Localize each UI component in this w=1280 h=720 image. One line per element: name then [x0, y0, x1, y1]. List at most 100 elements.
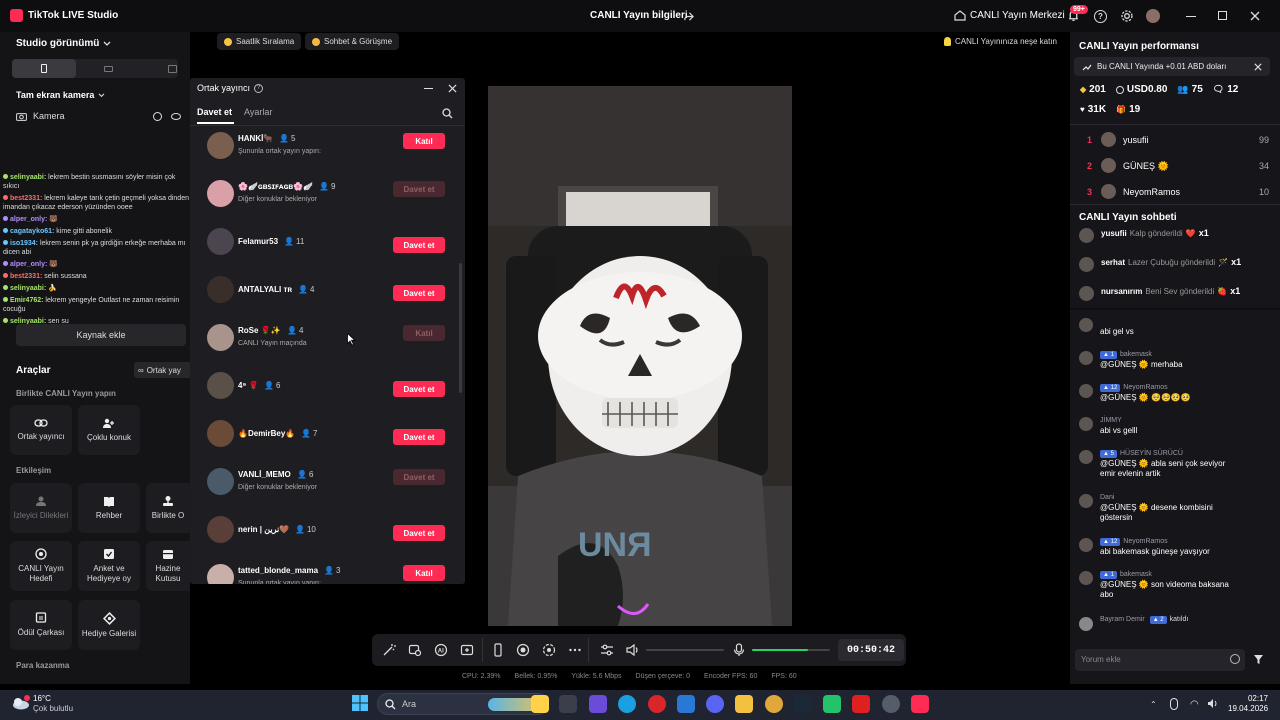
- live-center-button[interactable]: CANLI Yayın Merkezi: [954, 9, 1065, 21]
- eye-icon[interactable]: [171, 113, 181, 120]
- invite-button[interactable]: Davet et: [393, 429, 445, 445]
- mic-volume-slider[interactable]: [752, 649, 830, 651]
- tile-gift-gallery[interactable]: Hediye Galerisi: [78, 600, 140, 650]
- windows-start-icon[interactable]: [352, 695, 368, 711]
- panel-close-icon[interactable]: [447, 83, 458, 94]
- ai-icon[interactable]: AI: [434, 643, 448, 657]
- cohost-row[interactable]: HANKİ🐂 👤 5 Şununla ortak yayın yapın: Katıl: [190, 128, 455, 172]
- comment-input[interactable]: Yorum ekle: [1075, 649, 1245, 671]
- steam-icon[interactable]: [794, 695, 812, 713]
- ranking-row[interactable]: 1 yusufii 99: [1070, 128, 1280, 152]
- phone-icon[interactable]: [492, 643, 504, 657]
- hourly-ranking-chip[interactable]: Saatlik Sıralama: [217, 33, 302, 50]
- panel-minimize-icon[interactable]: [424, 88, 433, 89]
- clock[interactable]: 02:17 19.04.2026: [1228, 694, 1268, 714]
- tab-invite[interactable]: Davet et: [197, 107, 232, 117]
- help-icon[interactable]: ?: [1094, 10, 1107, 23]
- cohost-row[interactable]: 4⁹ 🌹 👤 6 Davet et: [190, 368, 455, 412]
- ranking-row[interactable]: 2 GÜNEŞ 🌞 34: [1070, 154, 1280, 178]
- studio-view-dropdown[interactable]: Studio görünümü: [16, 38, 111, 49]
- chrome-icon[interactable]: [531, 695, 549, 713]
- youtube-icon[interactable]: [852, 695, 870, 713]
- invite-button[interactable]: Davet et: [393, 381, 445, 397]
- microphone-icon[interactable]: [733, 643, 745, 657]
- tile-multi-guest[interactable]: Çoklu konuk: [78, 405, 140, 455]
- screenshot-icon[interactable]: [542, 643, 556, 657]
- edge-icon[interactable]: [618, 695, 636, 713]
- tile-poll[interactable]: Anket ve Hediyeye oy: [78, 541, 140, 591]
- opera-icon[interactable]: [648, 695, 666, 713]
- join-button[interactable]: Katıl: [403, 565, 445, 581]
- invite-button[interactable]: Davet et: [393, 525, 445, 541]
- tile-treasure[interactable]: Hazine Kutusu: [146, 541, 190, 591]
- cohost-row[interactable]: tatted_blonde_mama 👤 3 Şununla ortak yayın …: [190, 560, 455, 584]
- source-settings-icon[interactable]: [153, 112, 162, 121]
- app-icon[interactable]: [823, 695, 841, 713]
- cohost-row[interactable]: ANTALYALI ᴛʀ 👤 4 Davet et: [190, 272, 455, 316]
- record-icon[interactable]: [516, 643, 530, 657]
- mixer-icon[interactable]: [600, 643, 614, 657]
- banner-close-icon[interactable]: [1253, 62, 1262, 71]
- weather-widget[interactable]: 16°C Çok bulutlu: [33, 694, 73, 714]
- tile-guide[interactable]: Rehber: [78, 483, 140, 533]
- tile-cohost[interactable]: Ortak yayıncı: [10, 405, 72, 455]
- emoji-icon[interactable]: [1230, 654, 1240, 664]
- tile-together[interactable]: Birlikte O: [146, 483, 190, 533]
- more-icon[interactable]: [568, 643, 582, 657]
- ranking-row[interactable]: 3 NeyomRamos 10: [1070, 180, 1280, 204]
- portrait-layout-button[interactable]: [12, 59, 76, 78]
- maximize-icon[interactable]: [1218, 11, 1227, 20]
- task-view-icon[interactable]: [559, 695, 577, 713]
- wifi-icon[interactable]: ◠: [1190, 699, 1199, 710]
- cohost-row[interactable]: VANLİ_MEMO 👤 6 Diğer konuklar bekleniyor Dav…: [190, 464, 455, 508]
- join-button[interactable]: Katıl: [403, 325, 445, 341]
- close-icon[interactable]: [1249, 10, 1260, 21]
- info-icon[interactable]: ?: [254, 83, 264, 93]
- fun-tip-chip[interactable]: CANLI Yayınınıza neşe katın: [937, 33, 1064, 50]
- tiktok-taskbar-icon[interactable]: [911, 695, 929, 713]
- tile-viewer-wishes[interactable]: İzleyici Dilekleri: [10, 483, 72, 533]
- obs-icon[interactable]: [882, 695, 900, 713]
- chat-meet-chip[interactable]: Sohbet & Görüşme: [305, 33, 400, 50]
- invite-button[interactable]: Davet et: [393, 469, 445, 485]
- tab-settings[interactable]: Ayarlar: [244, 107, 272, 117]
- live-info-title[interactable]: CANLI Yayın bilgileri: [590, 10, 688, 21]
- volume-icon[interactable]: [1207, 698, 1219, 709]
- join-button[interactable]: Katıl: [403, 133, 445, 149]
- effects-icon[interactable]: [408, 643, 422, 657]
- cohost-row[interactable]: RoSe 🌹✨ 👤 4 CANLI Yayın maçında Katıl: [190, 320, 455, 364]
- teams-icon[interactable]: [589, 695, 607, 713]
- discord-icon[interactable]: [706, 695, 724, 713]
- speaker-volume-slider[interactable]: [646, 649, 724, 651]
- invite-button[interactable]: Davet et: [393, 237, 445, 253]
- chrome-profile-icon[interactable]: [765, 695, 783, 713]
- share-icon[interactable]: [682, 10, 694, 22]
- cohost-row[interactable]: Felamur53 👤 11 Davet et: [190, 224, 455, 268]
- weather-icon[interactable]: [11, 695, 30, 710]
- tile-live-goal[interactable]: CANLI Yayın Hedefi: [10, 541, 72, 591]
- folder-icon[interactable]: [735, 695, 753, 713]
- tray-mic-icon[interactable]: [1170, 698, 1178, 710]
- mail-icon[interactable]: [677, 695, 695, 713]
- landscape-layout-button[interactable]: [76, 59, 140, 78]
- tile-prize-wheel[interactable]: Ödül Çarkası: [10, 600, 72, 650]
- invite-button[interactable]: Davet et: [393, 181, 445, 197]
- cohost-row[interactable]: 🔥DemirBey🔥 👤 7 Davet et: [190, 416, 455, 460]
- speaker-icon[interactable]: [625, 643, 639, 657]
- taskbar-search[interactable]: Ara: [377, 693, 549, 715]
- tray-chevron-icon[interactable]: ⌃: [1150, 700, 1157, 709]
- user-avatar[interactable]: [1146, 9, 1160, 23]
- filter-icon[interactable]: [1253, 654, 1264, 665]
- camera-source[interactable]: Kamera: [16, 111, 65, 121]
- invite-button[interactable]: Davet et: [393, 285, 445, 301]
- minimize-icon[interactable]: [1186, 16, 1196, 17]
- magic-wand-icon[interactable]: [382, 643, 396, 657]
- search-icon[interactable]: [441, 107, 453, 119]
- cohost-row[interactable]: nerin | نرين🤎 👤 10 Davet et: [190, 512, 455, 556]
- scene-dropdown[interactable]: Tam ekran kamera: [16, 90, 105, 100]
- scene-icon[interactable]: [460, 643, 474, 657]
- gear-icon[interactable]: [1120, 9, 1134, 23]
- add-source-button[interactable]: Kaynak ekle: [16, 324, 186, 346]
- cohost-row[interactable]: 🌸🪽ɢʙꜱɪꜰᴀɢʙ🌸🪽 👤 9 Diğer konuklar bekleniyor D…: [190, 176, 455, 220]
- cohost-shortcut-button[interactable]: ∞ Ortak yay: [134, 362, 192, 378]
